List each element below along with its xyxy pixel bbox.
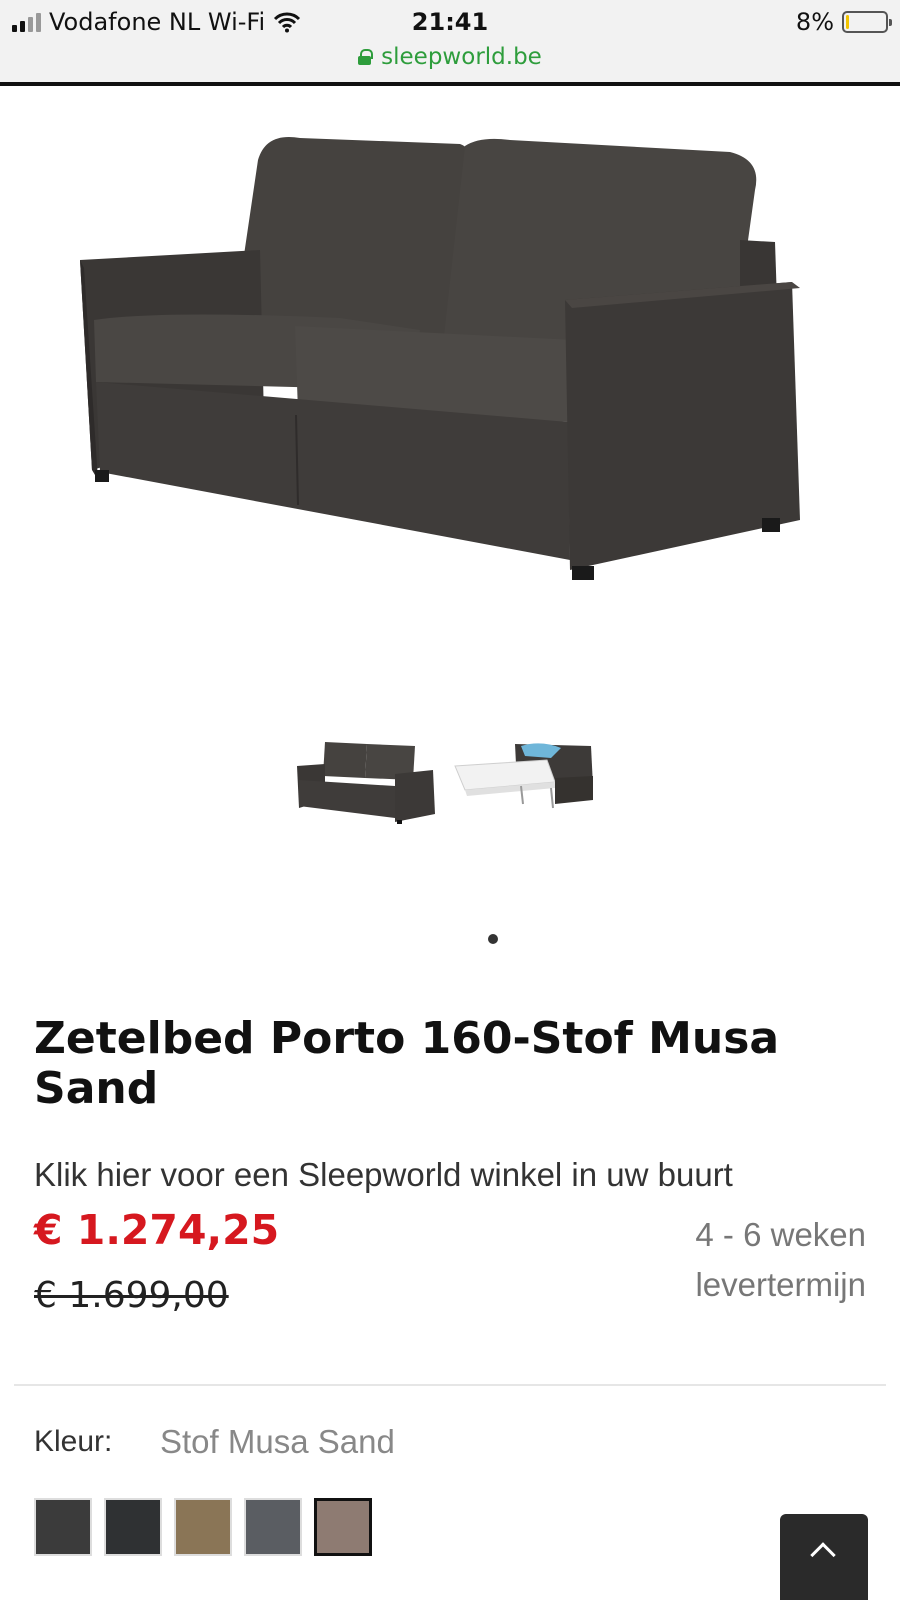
sale-price: € 1.274,25: [34, 1206, 280, 1254]
store-locator-link[interactable]: Klik hier voor een Sleepworld winkel in …: [34, 1156, 733, 1194]
scroll-to-top-button[interactable]: [780, 1514, 868, 1600]
status-bar: Vodafone NL Wi-Fi 21:41 8% sleepworld.be: [0, 0, 900, 86]
color-swatch-4[interactable]: [244, 1498, 302, 1556]
color-swatch-5[interactable]: [314, 1498, 372, 1556]
thumbnail-strip: [295, 738, 595, 830]
clock: 21:41: [411, 8, 489, 36]
thumbnail-sofa-open[interactable]: [451, 738, 595, 830]
delivery-time: 4 - 6 weken levertermijn: [695, 1216, 866, 1303]
url-text: sleepworld.be: [381, 44, 542, 70]
color-swatch-3[interactable]: [174, 1498, 232, 1556]
color-label: Kleur:: [34, 1425, 113, 1458]
color-swatches: [34, 1498, 372, 1556]
color-value: Stof Musa Sand: [160, 1423, 395, 1460]
color-swatch-1[interactable]: [34, 1498, 92, 1556]
address-bar[interactable]: sleepworld.be: [0, 44, 900, 70]
carousel-dot[interactable]: [488, 934, 498, 944]
product-title: Zetelbed Porto 160-Stof Musa Sand: [34, 1013, 780, 1114]
divider: [14, 1384, 886, 1386]
original-price: € 1.699,00: [34, 1275, 229, 1316]
color-swatch-2[interactable]: [104, 1498, 162, 1556]
lock-icon: [358, 49, 374, 65]
status-right: 8%: [795, 8, 892, 36]
product-image[interactable]: [40, 120, 860, 620]
battery-icon: [842, 11, 892, 33]
chevron-up-icon: [810, 1542, 836, 1568]
battery-level: [846, 15, 849, 29]
battery-percent: 8%: [795, 8, 834, 36]
thumbnail-sofa-closed[interactable]: [295, 738, 439, 830]
